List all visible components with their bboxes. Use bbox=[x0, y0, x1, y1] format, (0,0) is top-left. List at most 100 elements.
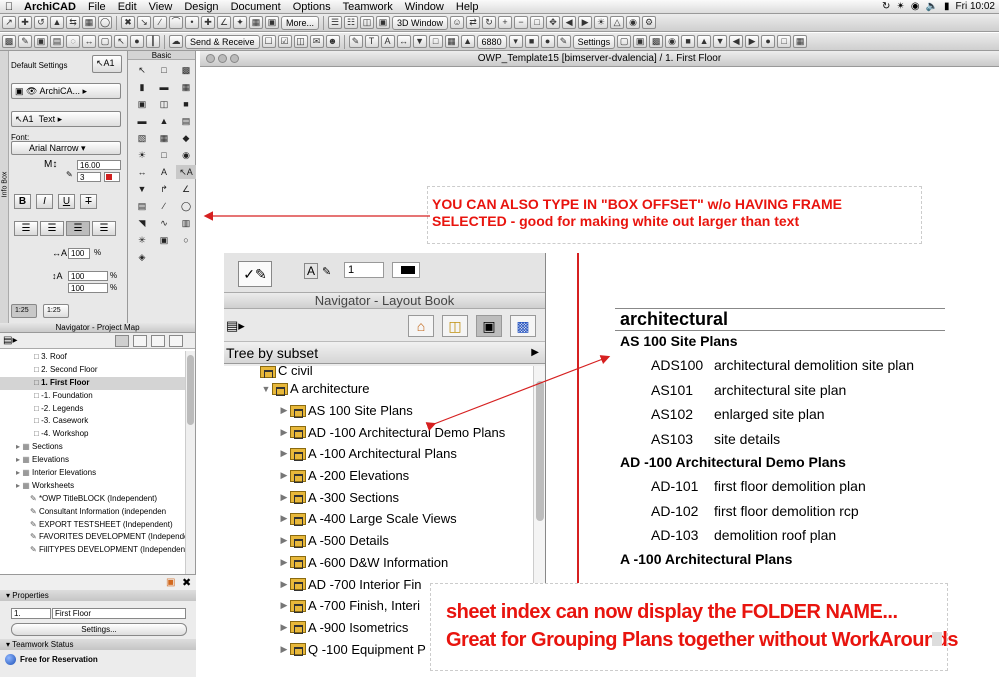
settings-small-icon[interactable]: ⚙ bbox=[642, 16, 657, 29]
zone-tool-icon[interactable]: □ bbox=[154, 148, 174, 162]
prev-zoom-icon[interactable]: ◀ bbox=[562, 16, 577, 29]
reserve-icon[interactable]: ☐ bbox=[261, 35, 276, 48]
figure-tool-icon[interactable]: ▥ bbox=[176, 216, 196, 230]
view-map-tab-icon[interactable] bbox=[133, 335, 147, 347]
magic-tool-icon[interactable]: ✦ bbox=[233, 16, 247, 29]
window-3d-button[interactable]: 3D Window bbox=[392, 15, 449, 30]
project-map-item[interactable]: ✎ FAVORITES DEVELOPMENT (Independe bbox=[0, 531, 185, 544]
properties-header[interactable]: ▾ Properties bbox=[0, 590, 196, 601]
layout-menu-icon[interactable]: ▤▸ bbox=[226, 318, 245, 334]
radial-dim-icon[interactable]: ↱ bbox=[154, 182, 174, 196]
stair-tool-icon[interactable]: ▧ bbox=[132, 131, 152, 145]
view-9-icon[interactable]: ▶ bbox=[745, 35, 760, 48]
layout-book-item[interactable]: ▶ AD -100 Architectural Demo Plans bbox=[224, 421, 534, 443]
scale-button-a[interactable]: 1:25 bbox=[11, 304, 37, 318]
properties-close-icon[interactable]: ✖ bbox=[182, 576, 191, 589]
grid-tool-icon[interactable]: ▦ bbox=[82, 16, 96, 29]
project-map-item[interactable]: ✎ Consultant Information (independen bbox=[0, 506, 185, 519]
zoom-value[interactable]: 6880 bbox=[476, 34, 507, 49]
layout-pen-field[interactable]: 1 bbox=[344, 262, 384, 278]
menu-teamwork[interactable]: Teamwork bbox=[337, 1, 399, 13]
view-7-icon[interactable]: ▼ bbox=[713, 35, 728, 48]
project-map-item[interactable]: ✎ *OWP TitleBLOCK (Independent) bbox=[0, 493, 185, 506]
font-selector[interactable]: Arial Narrow ▾ bbox=[11, 141, 121, 155]
view-8-icon[interactable]: ◀ bbox=[729, 35, 744, 48]
project-map-item[interactable]: ✎ FillTYPES DEVELOPMENT (Independen bbox=[0, 544, 185, 557]
hotspot-tool-icon[interactable]: ✳ bbox=[132, 233, 152, 247]
section-tool-icon[interactable]: ○ bbox=[176, 233, 196, 247]
arrow-tool-icon[interactable]: ↘ bbox=[137, 16, 151, 29]
layout-book-tab-icon[interactable]: ▣ bbox=[476, 315, 502, 337]
users-icon[interactable]: ☻ bbox=[325, 35, 340, 48]
project-map-tab-icon[interactable]: ⌂ bbox=[408, 315, 434, 337]
dimension-tool-icon[interactable]: ↔ bbox=[132, 165, 152, 179]
project-map-item[interactable]: ▸ ▦ Sections bbox=[0, 441, 185, 454]
guideline-icon[interactable]: ┃ bbox=[146, 35, 160, 48]
walk-icon[interactable]: ⇄ bbox=[466, 16, 481, 29]
wifi-icon[interactable]: ◉ bbox=[911, 1, 920, 12]
settings-button[interactable]: Settings... bbox=[11, 623, 187, 636]
spacing-field-a[interactable]: 100 bbox=[68, 271, 108, 281]
layout-book-item[interactable]: ▶ A -200 Elevations bbox=[224, 465, 534, 487]
morph-tool-icon[interactable]: ◆ bbox=[176, 131, 196, 145]
spacing-field-b[interactable]: 100 bbox=[68, 283, 108, 293]
hatch-icon[interactable]: ▤ bbox=[50, 35, 64, 48]
view-5-icon[interactable]: ■ bbox=[681, 35, 696, 48]
cross-tool-icon[interactable]: ✚ bbox=[201, 16, 215, 29]
layout-book-item[interactable]: C civil bbox=[224, 366, 534, 378]
layout-book-item[interactable]: ▼ A architecture bbox=[224, 378, 534, 400]
figure-icon[interactable]: ▲ bbox=[460, 35, 475, 48]
skylight-tool-icon[interactable]: ◫ bbox=[154, 97, 174, 111]
trace-icon[interactable]: ◌ bbox=[66, 35, 80, 48]
door-tool-icon[interactable]: ▣ bbox=[132, 97, 152, 111]
clock[interactable]: Fri 10:02 bbox=[956, 1, 995, 12]
view-12-icon[interactable]: ▦ bbox=[793, 35, 808, 48]
edit-tool-icon[interactable]: ↗ bbox=[2, 16, 16, 29]
camera-icon[interactable]: ◉ bbox=[626, 16, 641, 29]
layout-book-item[interactable]: ▶ AS 100 Site Plans bbox=[224, 400, 534, 422]
align-justify-button[interactable]: ☰ bbox=[92, 221, 116, 236]
roof-tool-icon[interactable]: ▲ bbox=[154, 114, 174, 128]
project-map-item[interactable]: □ 2. Second Floor bbox=[0, 364, 185, 377]
text-type-selector[interactable]: ↖A1 Text ▸ bbox=[11, 111, 121, 127]
drag-tool-icon[interactable]: ⇆ bbox=[66, 16, 80, 29]
align-center-button[interactable]: ☰ bbox=[40, 221, 64, 236]
delete-tool-icon[interactable]: ✖ bbox=[121, 16, 135, 29]
point-tool-icon[interactable]: • bbox=[185, 16, 199, 29]
layout-book-item[interactable]: ▶ A -300 Sections bbox=[224, 486, 534, 508]
elevation-tool-icon[interactable]: ◈ bbox=[132, 250, 152, 264]
project-map-item[interactable]: □ -1. Foundation bbox=[0, 390, 185, 403]
line-tool-icon[interactable]: ∕ bbox=[153, 16, 167, 29]
fill-tool-icon[interactable]: ▦ bbox=[444, 35, 459, 48]
column-tool-icon[interactable]: ▮ bbox=[132, 80, 152, 94]
arc-tool-icon[interactable]: ⌒ bbox=[169, 16, 183, 29]
fill-icon[interactable]: ▣ bbox=[34, 35, 48, 48]
angle-tool-icon[interactable]: ∠ bbox=[217, 16, 231, 29]
selection-icon[interactable]: ▢ bbox=[98, 35, 112, 48]
project-map-item[interactable]: □ 3. Roof bbox=[0, 351, 185, 364]
view-11-icon[interactable]: □ bbox=[777, 35, 792, 48]
layout-book-item[interactable]: ▶ A -600 D&W Information bbox=[224, 552, 534, 574]
cursor-icon[interactable]: ↖ bbox=[114, 35, 128, 48]
fit-icon[interactable]: □ bbox=[530, 16, 545, 29]
pan-icon[interactable]: ✥ bbox=[546, 16, 561, 29]
view-map-tab-icon[interactable]: ◫ bbox=[442, 315, 468, 337]
orbit-icon[interactable]: ↻ bbox=[482, 16, 497, 29]
mirror-tool-icon[interactable]: ▲ bbox=[50, 16, 64, 29]
width-field[interactable]: 100 bbox=[68, 248, 90, 259]
ref-icon[interactable]: ■ bbox=[524, 35, 539, 48]
trace-ref-icon[interactable]: ● bbox=[540, 35, 555, 48]
menu-view[interactable]: View bbox=[143, 1, 179, 13]
menu-file[interactable]: File bbox=[82, 1, 112, 13]
angle-dim-icon[interactable]: ∠ bbox=[176, 182, 196, 196]
id-field[interactable]: 1. bbox=[11, 608, 51, 619]
volume-icon[interactable]: 🔈 bbox=[926, 1, 938, 12]
view-6-icon[interactable]: ▲ bbox=[697, 35, 712, 48]
drawing-tool-icon[interactable]: ▣ bbox=[154, 233, 174, 247]
layout-book-item[interactable]: ▶ A -400 Large Scale Views bbox=[224, 508, 534, 530]
zoom-dropdown-icon[interactable]: ▾ bbox=[508, 35, 523, 48]
collapsed-triangle-icon[interactable]: ▶ bbox=[278, 470, 290, 481]
polyline-tool-icon[interactable]: ◥ bbox=[132, 216, 152, 230]
collapsed-triangle-icon[interactable]: ▶ bbox=[278, 600, 290, 611]
arc-tool-icon[interactable]: ◯ bbox=[176, 199, 196, 213]
